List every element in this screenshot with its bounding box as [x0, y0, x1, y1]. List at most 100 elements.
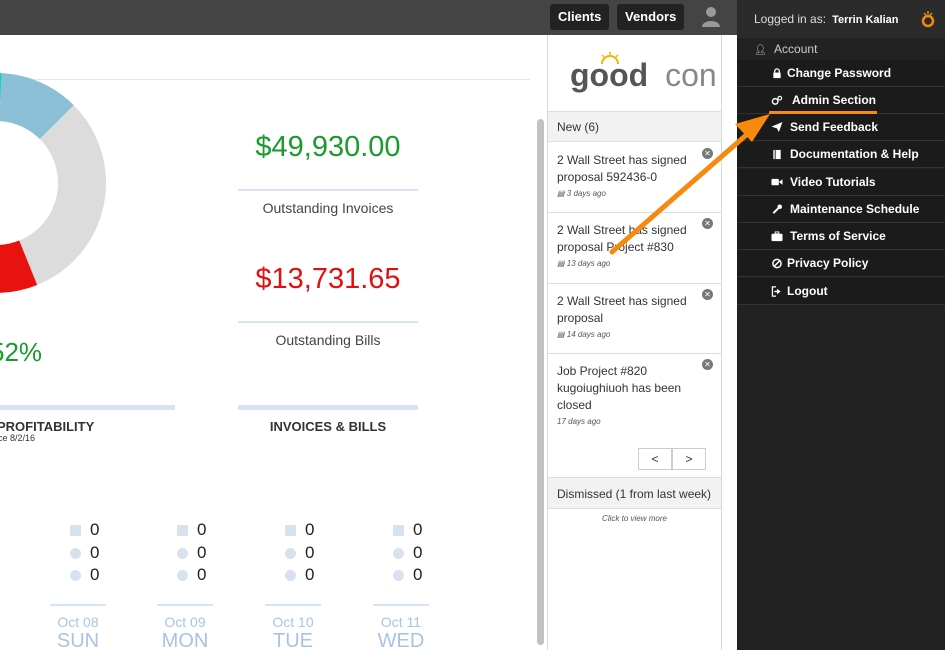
- top-bar: Clients Vendors: [0, 0, 737, 35]
- day-date[interactable]: Oct 08: [50, 614, 106, 630]
- stat-value: 0: [413, 520, 423, 539]
- profitability-donut-chart: [0, 73, 106, 293]
- video-camera-icon: [771, 178, 783, 186]
- dismiss-icon[interactable]: ✕: [702, 218, 713, 229]
- user-icon: 👤︎: [754, 45, 767, 56]
- stat-row: 0: [271, 543, 331, 566]
- profitability-subtitle: ce 8/2/16: [0, 433, 36, 443]
- menu-item-video-tutorials[interactable]: Video Tutorials: [737, 169, 945, 196]
- document-icon: [177, 525, 188, 536]
- dismissed-header[interactable]: Dismissed (1 from last week): [548, 477, 721, 509]
- person-icon: [285, 570, 296, 581]
- next-page-button[interactable]: >: [672, 448, 706, 470]
- menu-item-privacy-policy[interactable]: Privacy Policy: [737, 250, 945, 277]
- menu-item-label: Video Tutorials: [790, 175, 876, 189]
- menu-item-maintenance-schedule[interactable]: Maintenance Schedule: [737, 196, 945, 223]
- day-name[interactable]: MON: [157, 630, 213, 650]
- stat-row: 0: [379, 565, 439, 588]
- menu-item-admin-section[interactable]: Admin Section: [737, 87, 945, 114]
- dismiss-icon[interactable]: ✕: [702, 148, 713, 159]
- menu-item-label: Admin Section: [792, 93, 877, 107]
- vendors-button[interactable]: Vendors: [617, 4, 685, 30]
- location-pin-icon: [70, 547, 81, 559]
- day-divider: [50, 604, 106, 606]
- stat-row: 0: [56, 543, 116, 566]
- notification-text: 2 Wall Street has signed proposal 592436…: [557, 153, 687, 184]
- document-icon: [393, 525, 404, 536]
- stat-value: 0: [197, 542, 207, 562]
- day-name[interactable]: SUN: [50, 630, 106, 650]
- stat-value: 0: [305, 542, 315, 562]
- briefcase-icon: [771, 231, 783, 242]
- menu-item-send-feedback[interactable]: Send Feedback: [737, 114, 945, 141]
- person-icon: [177, 570, 188, 581]
- stat-value: 0: [90, 520, 100, 539]
- day-divider: [373, 604, 429, 606]
- stat-value: 0: [90, 565, 100, 584]
- menu-item-documentation-help[interactable]: Documentation & Help: [737, 141, 945, 168]
- lock-icon: [773, 68, 781, 79]
- book-icon: [773, 149, 781, 160]
- day-divider: [265, 604, 321, 606]
- stat-row: 0: [379, 543, 439, 566]
- notification-card[interactable]: 2 Wall Street has signed proposal Projec…: [548, 213, 721, 284]
- sun-icon: [601, 52, 619, 65]
- day-name[interactable]: TUE: [265, 630, 321, 650]
- notification-card[interactable]: Job Project #820 kugoiughiuoh has been c…: [548, 354, 721, 432]
- invoices-bills-title: INVOICES & BILLS: [269, 419, 387, 434]
- day-date[interactable]: Oct 11: [373, 614, 429, 630]
- user-icon[interactable]: [702, 6, 720, 28]
- day-date[interactable]: Oct 09: [157, 614, 213, 630]
- profitability-title: PROFITABILITY: [0, 419, 95, 434]
- profit-percent: 52%: [0, 337, 43, 367]
- notification-card[interactable]: 2 Wall Street has signed proposal 592436…: [548, 143, 721, 213]
- divider: [238, 189, 418, 191]
- stat-value: 0: [413, 565, 423, 584]
- wrench-icon: [772, 204, 783, 214]
- scrollbar[interactable]: [537, 119, 544, 645]
- goodcon-logo[interactable]: good con: [570, 57, 717, 94]
- sign-out-icon: [771, 286, 781, 297]
- stat-row: 0: [163, 543, 223, 566]
- dismiss-icon[interactable]: ✕: [702, 359, 713, 370]
- person-icon: [393, 570, 404, 581]
- day-stat-column: 0 0 0: [271, 520, 331, 588]
- stat-row: 0: [56, 565, 116, 588]
- profitability-bar: [0, 405, 175, 410]
- day-name[interactable]: WED: [373, 630, 429, 650]
- dismiss-icon[interactable]: ✕: [702, 289, 713, 300]
- account-section-label: 👤︎ Account: [754, 42, 818, 56]
- user-name: Terrin Kalian: [832, 14, 899, 26]
- menu-item-terms-of-service[interactable]: Terms of Service: [737, 223, 945, 250]
- view-more-link[interactable]: Click to view more: [548, 514, 721, 523]
- notification-text: 2 Wall Street has signed proposal: [557, 294, 687, 325]
- notification-text: 2 Wall Street has signed proposal Projec…: [557, 223, 687, 254]
- stat-row: 0: [163, 565, 223, 588]
- logged-in-label: Logged in as:: [754, 12, 827, 26]
- notification-time: ▤ 14 days ago: [557, 330, 611, 339]
- outstanding-bills-amount: $13,731.65: [255, 263, 401, 295]
- logo-text-right: con: [665, 57, 717, 93]
- day-stat-column: 0 0 0: [163, 520, 223, 588]
- new-notifications-header[interactable]: New (6): [548, 111, 721, 142]
- day-date[interactable]: Oct 10: [265, 614, 321, 630]
- document-icon: ▤: [557, 330, 567, 339]
- day-stat-column: 0 0 0: [379, 520, 439, 588]
- stat-value: 0: [413, 542, 423, 562]
- menu-item-label: Logout: [787, 284, 828, 298]
- document-icon: ▤: [557, 189, 567, 198]
- clients-button[interactable]: Clients: [550, 4, 610, 30]
- prev-page-button[interactable]: <: [638, 448, 672, 470]
- notification-text: Job Project #820 kugoiughiuoh has been c…: [557, 364, 682, 412]
- divider: [238, 321, 418, 323]
- notification-card[interactable]: 2 Wall Street has signed proposal ▤ 14 d…: [548, 284, 721, 354]
- stat-value: 0: [305, 565, 315, 584]
- menu-item-label: Maintenance Schedule: [790, 202, 920, 216]
- location-pin-icon: [285, 547, 296, 559]
- document-icon: ▤: [557, 259, 567, 268]
- gears-icon: [771, 95, 783, 105]
- brand-icon[interactable]: [921, 10, 935, 28]
- menu-item-logout[interactable]: Logout: [737, 278, 945, 305]
- menu-item-label: Change Password: [787, 66, 892, 80]
- menu-item-change-password[interactable]: Change Password: [737, 60, 945, 87]
